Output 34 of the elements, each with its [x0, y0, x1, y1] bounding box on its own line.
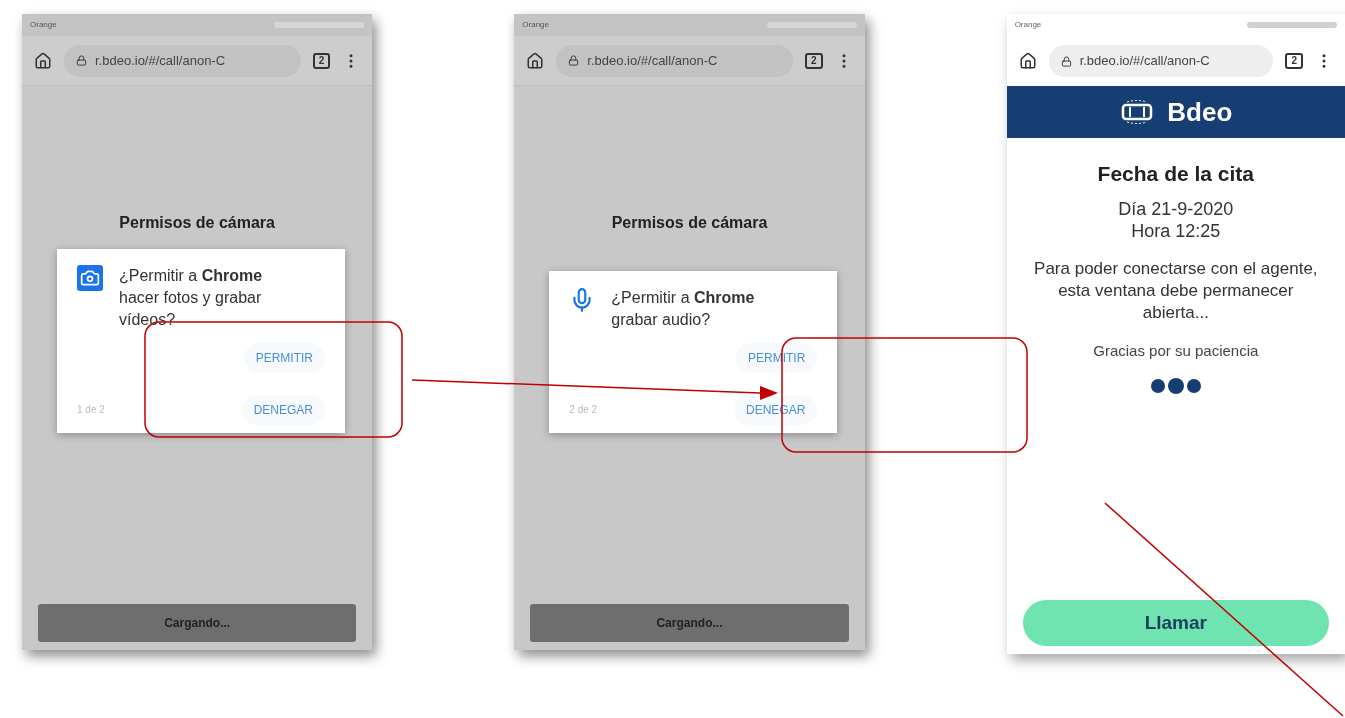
permission-message: ¿Permitir a Chrome hacer fotos y grabar vídeos? [119, 266, 264, 330]
page-counter: 2 de 2 [569, 403, 598, 417]
home-icon[interactable] [34, 51, 52, 70]
tab-count-button[interactable]: 2 [805, 52, 823, 69]
loading-button[interactable]: Cargando... [530, 604, 849, 642]
carrier-label: Orange [30, 19, 57, 31]
page-title: Permisos de cámara [119, 213, 275, 233]
appointment-date: Día 21-9-2020 [1118, 197, 1234, 220]
appointment-time: Hora 12:25 [1131, 219, 1221, 242]
home-icon[interactable] [526, 51, 545, 70]
url-field[interactable]: r.bdeo.io/#/call/anon-C [556, 44, 794, 77]
home-icon[interactable] [1018, 52, 1037, 70]
page-title: Permisos de cámara [611, 213, 768, 233]
page-counter: 1 de 2 [77, 403, 105, 417]
permission-message: ¿Permitir a Chrome grabar audio? [611, 288, 756, 330]
lock-icon [1060, 55, 1072, 67]
carrier-label: Orange [522, 19, 549, 31]
lock-icon [568, 55, 580, 66]
loading-button[interactable]: Cargando... [38, 604, 357, 642]
deny-button[interactable]: DENEGAR [241, 395, 325, 425]
tab-count-button[interactable]: 2 [312, 52, 331, 69]
carrier-label: Orange [1014, 19, 1042, 31]
thanks-message: Gracias por su paciencia [1093, 340, 1259, 361]
url-field[interactable]: r.bdeo.io/#/call/anon-C [1048, 45, 1274, 77]
lock-icon [76, 55, 87, 66]
info-message: Para poder conectarse con el agente, esta ventana debe permanecer abierta... [1033, 257, 1319, 324]
tab-count-button[interactable]: 2 [1285, 53, 1303, 69]
loading-dots-icon [1149, 378, 1202, 394]
brand-name: Bdeo [1167, 95, 1233, 129]
appointment-title: Fecha de la cita [1097, 161, 1254, 187]
call-button[interactable]: Llamar [1022, 600, 1329, 646]
url-field[interactable]: r.bdeo.io/#/call/anon-C [64, 44, 301, 77]
camera-icon [77, 265, 103, 291]
allow-button[interactable]: PERMITIR [243, 343, 325, 373]
